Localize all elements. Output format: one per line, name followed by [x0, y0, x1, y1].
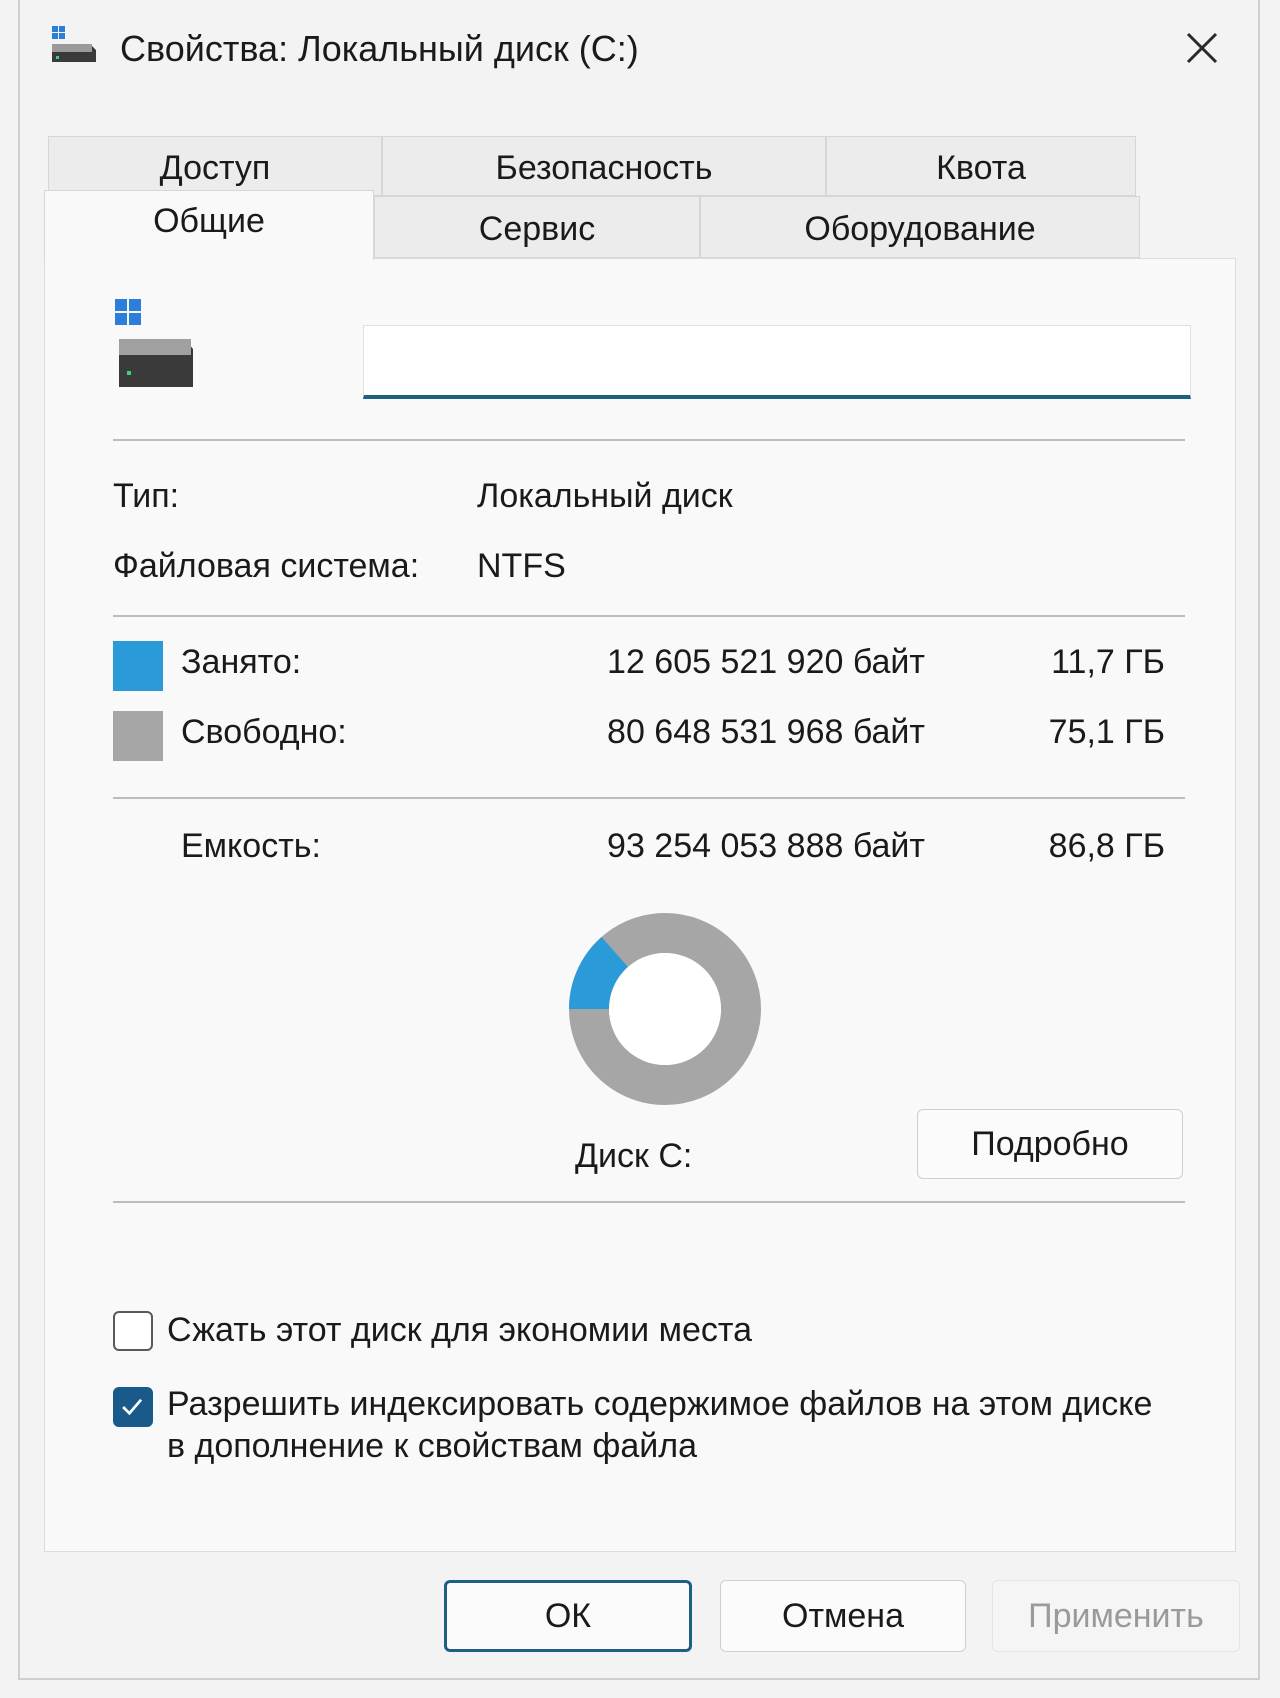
cancel-button[interactable]: Отмена [720, 1580, 966, 1652]
tab-general[interactable]: Общие [44, 190, 374, 260]
filesystem-label: Файловая система: [113, 547, 420, 585]
free-bytes: 80 648 531 968 байт [607, 713, 925, 751]
used-bytes: 12 605 521 920 байт [607, 643, 925, 681]
divider [113, 797, 1185, 799]
free-label: Свободно: [181, 713, 347, 751]
tab-quota[interactable]: Квота [826, 136, 1136, 196]
type-label: Тип: [113, 477, 180, 515]
apply-button[interactable]: Применить [992, 1580, 1240, 1652]
general-tab-panel: Тип: Локальный диск Файловая система: NT… [44, 258, 1236, 1552]
tab-tools[interactable]: Сервис [374, 196, 700, 258]
type-value: Локальный диск [477, 477, 733, 515]
free-size: 75,1 ГБ [1048, 713, 1165, 751]
index-checkbox-label: Разрешить индексировать содержимое файло… [167, 1385, 1153, 1465]
donut-center [609, 953, 721, 1065]
divider [113, 1201, 1185, 1203]
close-button[interactable] [1174, 20, 1230, 76]
capacity-label: Емкость: [181, 827, 321, 865]
filesystem-value: NTFS [477, 547, 566, 585]
used-size: 11,7 ГБ [1051, 643, 1165, 681]
drive-icon [52, 26, 96, 62]
divider [113, 615, 1185, 617]
title-bar: Свойства: Локальный диск (C:) [20, 0, 1258, 100]
compress-checkbox-label: Сжать этот диск для экономии места [167, 1311, 752, 1349]
tab-hardware[interactable]: Оборудование [700, 196, 1140, 258]
properties-dialog: Свойства: Локальный диск (C:) Доступ Без… [18, 0, 1260, 1680]
index-checkbox[interactable] [113, 1387, 153, 1427]
capacity-size: 86,8 ГБ [1048, 827, 1165, 865]
capacity-bytes: 93 254 053 888 байт [607, 827, 925, 865]
compress-checkbox[interactable] [113, 1311, 153, 1351]
volume-name-input[interactable] [363, 325, 1191, 399]
drive-icon [115, 299, 193, 387]
divider [113, 439, 1185, 441]
checkmark-icon [122, 1398, 143, 1416]
details-button[interactable]: Подробно [917, 1109, 1183, 1179]
free-color-swatch [113, 711, 163, 761]
tab-access[interactable]: Доступ [48, 136, 382, 196]
window-title: Свойства: Локальный диск (C:) [120, 28, 639, 69]
tab-security[interactable]: Безопасность [382, 136, 826, 196]
disk-label: Диск C: [575, 1137, 693, 1175]
used-color-swatch [113, 641, 163, 691]
disk-usage-donut [569, 913, 761, 1105]
ok-button[interactable]: ОК [444, 1580, 692, 1652]
used-label: Занято: [181, 643, 302, 681]
